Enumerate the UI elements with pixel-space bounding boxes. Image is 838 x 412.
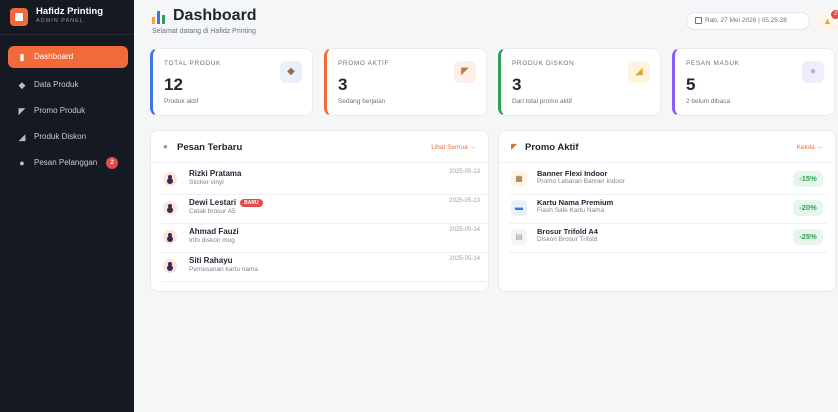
- box-icon: ◆: [280, 61, 302, 83]
- stat-card-pesan-masuk[interactable]: PESAN MASUK 5 2 belum dibaca ●: [672, 48, 835, 116]
- panel-header: ◤ Promo Aktif Kelola →: [499, 131, 835, 163]
- brand[interactable]: Hafidz Printing ADMIN PANEL: [8, 6, 128, 28]
- message-subject: Info diskon mug: [189, 237, 235, 244]
- message-row[interactable]: Dewi Lestari BARU Cetak brosur A5 2025-05…: [161, 195, 490, 224]
- see-all-link[interactable]: Lihat Semua →: [431, 144, 476, 151]
- user-avatar-icon: [163, 230, 177, 244]
- brand-name: Hafidz Printing: [36, 6, 104, 17]
- promo-product-name: Brosur Trifold A4: [537, 227, 598, 236]
- notification-button[interactable]: ▲ 2: [818, 10, 838, 32]
- promo-row[interactable]: ▬ Kartu Nama Premium Flash Sale Kartu Na…: [509, 195, 827, 224]
- chart-icon: [152, 11, 166, 24]
- brand-subtitle: ADMIN PANEL: [36, 18, 84, 24]
- stat-description: 2 belum dibaca: [686, 98, 731, 105]
- stat-value: 5: [686, 75, 696, 94]
- promo-title: Promo Lebaran Banner Indoor: [537, 178, 625, 185]
- calendar-icon: [695, 17, 702, 24]
- banner-icon: ▦: [511, 171, 527, 187]
- sidebar-item-label: Dashboard: [34, 52, 74, 61]
- tag-icon: ◢: [628, 61, 650, 83]
- stat-label: PRODUK DISKON: [512, 60, 575, 67]
- brochure-icon: ▤: [511, 229, 527, 245]
- sidebar-item-data-produk[interactable]: ◆ Data Produk: [8, 74, 128, 96]
- panel-header: ● Pesan Terbaru Lihat Semua →: [151, 131, 488, 163]
- active-promo-panel: ◤ Promo Aktif Kelola → ▦ Banner Flexi In…: [498, 130, 836, 292]
- user-avatar-icon: [163, 259, 177, 273]
- sidebar-item-label: Pesan Pelanggan: [34, 158, 98, 167]
- chat-icon: ●: [802, 61, 824, 83]
- promo-title: Flash Sale Kartu Nama: [537, 207, 605, 214]
- promo-product-name: Banner Flexi Indoor: [537, 169, 608, 178]
- message-sender: Siti Rahayu: [189, 256, 233, 265]
- notification-badge: 2: [831, 10, 838, 19]
- stat-card-total-produk[interactable]: TOTAL PRODUK 12 Produk aktif ◆: [150, 48, 313, 116]
- sidebar-item-promo-produk[interactable]: ◤ Promo Produk: [8, 100, 128, 122]
- stat-card-produk-diskon[interactable]: PRODUK DISKON 3 Dari total promo aktif ◢: [498, 48, 661, 116]
- message-row[interactable]: Rizki Pratama Sticker vinyl 2025-05-13: [161, 166, 490, 195]
- message-date: 2025-05-13: [449, 198, 480, 204]
- stat-description: Produk aktif: [164, 98, 199, 105]
- panel-title: Promo Aktif: [525, 142, 579, 153]
- stat-label: PESAN MASUK: [686, 60, 740, 67]
- sidebar-divider: [0, 34, 134, 35]
- promo-row[interactable]: ▦ Banner Flexi Indoor Promo Lebaran Bann…: [509, 166, 827, 195]
- chat-icon: ●: [19, 158, 25, 168]
- message-row[interactable]: Ahmad Fauzi Info diskon mug 2025-05-14: [161, 224, 490, 253]
- chat-icon: ●: [163, 142, 168, 151]
- bell-icon: ▲: [823, 16, 832, 26]
- sidebar-item-dashboard[interactable]: ▮ Dashboard: [8, 46, 128, 68]
- printer-icon: [10, 8, 28, 26]
- sidebar-item-label: Data Produk: [34, 80, 79, 89]
- message-sender: Ahmad Fauzi: [189, 227, 239, 236]
- sidebar-item-label: Produk Diskon: [34, 132, 87, 141]
- sidebar-item-label: Promo Produk: [34, 106, 86, 115]
- message-date: 2025-05-14: [449, 227, 480, 233]
- date-time-text: Rab, 27 Mei 2026 | 05.25.28: [705, 17, 787, 24]
- sidebar-item-pesan-pelanggan[interactable]: ● Pesan Pelanggan 2: [8, 152, 128, 174]
- megaphone-icon: ◤: [511, 142, 518, 151]
- stat-label: TOTAL PRODUK: [164, 60, 221, 67]
- manage-link[interactable]: Kelola →: [797, 144, 823, 151]
- recent-messages-panel: ● Pesan Terbaru Lihat Semua → Rizki Prat…: [150, 130, 490, 292]
- panel-title: Pesan Terbaru: [177, 142, 243, 153]
- chart-icon: ▮: [19, 52, 25, 62]
- message-sender-name: Dewi Lestari: [189, 198, 237, 207]
- promo-title: Diskon Brosur Trifold: [537, 236, 598, 243]
- date-time-display: Rab, 27 Mei 2026 | 05.25.28: [686, 12, 810, 30]
- discount-badge: -25%: [793, 229, 823, 245]
- message-date: 2025-05-14: [449, 256, 480, 262]
- page-title: Dashboard: [173, 7, 257, 24]
- sidebar-item-produk-diskon[interactable]: ◢ Produk Diskon: [8, 126, 128, 148]
- message-subject: Pemesanan kartu nama: [189, 266, 259, 273]
- megaphone-icon: ◤: [18, 106, 26, 116]
- stat-value: 3: [512, 75, 522, 94]
- stat-label: PROMO AKTIF: [338, 60, 390, 67]
- sidebar: Hafidz Printing ADMIN PANEL ▮ Dashboard …: [0, 0, 134, 412]
- tag-icon: ◢: [18, 132, 26, 142]
- message-sender: Dewi Lestari BARU: [189, 198, 263, 207]
- unread-badge: 2: [106, 157, 118, 169]
- message-sender: Rizki Pratama: [189, 169, 242, 178]
- stat-value: 12: [164, 75, 183, 94]
- discount-badge: -20%: [793, 200, 823, 216]
- megaphone-icon: ◤: [454, 61, 476, 83]
- discount-badge: -15%: [793, 171, 823, 187]
- user-avatar-icon: [163, 172, 177, 186]
- promo-product-name: Kartu Nama Premium: [537, 198, 614, 207]
- page-subtitle: Selamat datang di Hafidz Printing: [152, 28, 256, 35]
- message-row[interactable]: Siti Rahayu Pemesanan kartu nama 2025-05…: [161, 253, 490, 282]
- stat-card-promo-aktif[interactable]: PROMO AKTIF 3 Sedang berjalan ◤: [324, 48, 487, 116]
- stat-description: Dari total promo aktif: [512, 98, 572, 105]
- message-date: 2025-05-13: [449, 169, 480, 175]
- box-icon: ◆: [18, 80, 26, 90]
- stat-description: Sedang berjalan: [338, 98, 386, 105]
- card-icon: ▬: [511, 200, 527, 216]
- stat-value: 3: [338, 75, 348, 94]
- promo-row[interactable]: ▤ Brosur Trifold A4 Diskon Brosur Trifol…: [509, 224, 827, 253]
- message-subject: Cetak brosur A5: [189, 208, 236, 215]
- message-subject: Sticker vinyl: [189, 179, 224, 186]
- new-badge: BARU: [240, 199, 263, 207]
- user-avatar-icon: [163, 201, 177, 215]
